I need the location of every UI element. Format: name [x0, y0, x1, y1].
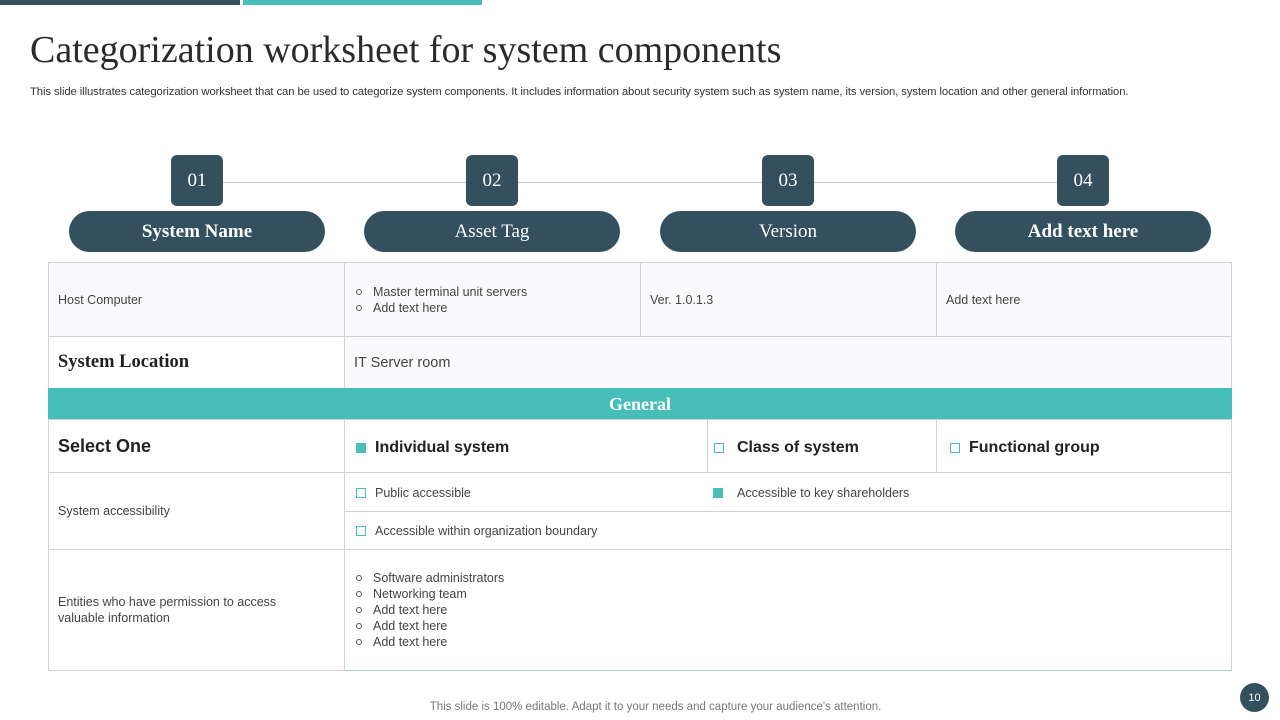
cell-location-label: System Location — [48, 336, 345, 389]
cell-select-one-label: Select One — [48, 419, 345, 473]
list-item: Add text here — [354, 618, 504, 634]
top-accent-bar-dark — [0, 0, 240, 5]
location-value: IT Server room — [354, 354, 451, 371]
asset-tag-list: Master terminal unit servers Add text he… — [354, 284, 527, 316]
cell-entities-list: Software administrators Networking team … — [344, 549, 1232, 671]
version-value: Ver. 1.0.1.3 — [650, 292, 714, 307]
option-individual-system[interactable]: Individual system — [356, 439, 509, 457]
entities-list: Software administrators Networking team … — [354, 570, 504, 650]
cell-version-value: Ver. 1.0.1.3 — [640, 262, 937, 337]
list-item: Add text here — [354, 300, 527, 316]
cell-system-name-value: Host Computer — [48, 262, 345, 337]
step-label-add-text: Add text here — [955, 211, 1211, 252]
option-public-accessible[interactable]: Public accessible — [356, 486, 471, 500]
checkbox-checked-icon[interactable] — [356, 443, 366, 453]
other-value: Add text here — [946, 292, 1021, 307]
list-item: Master terminal unit servers — [354, 284, 527, 300]
cell-location-value: IT Server room — [344, 336, 1232, 389]
accessibility-label: System accessibility — [58, 504, 170, 518]
step-number-4: 04 — [1057, 155, 1109, 206]
cell-asset-tag-value: Master terminal unit servers Add text he… — [344, 262, 641, 337]
checkbox-unchecked-icon[interactable] — [356, 526, 366, 536]
checkbox-checked-icon[interactable] — [713, 488, 723, 498]
top-accent-bar-teal — [243, 0, 482, 5]
page-title: Categorization worksheet for system comp… — [30, 29, 782, 71]
cell-entities-label: Entities who have permission to access v… — [48, 549, 345, 671]
option-key-shareholders[interactable]: Accessible to key shareholders — [713, 486, 909, 500]
step-number-2: 02 — [466, 155, 518, 206]
steps-connector-line — [196, 182, 1084, 183]
step-label-version: Version — [660, 211, 916, 252]
general-section-header: General — [48, 388, 1232, 420]
list-item: Add text here — [354, 602, 504, 618]
step-number-3: 03 — [762, 155, 814, 206]
worksheet-table: Host Computer Master terminal unit serve… — [48, 262, 1232, 671]
list-item: Add text here — [354, 634, 504, 650]
page-subtitle: This slide illustrates categorization wo… — [30, 86, 1129, 98]
option-organization-boundary[interactable]: Accessible within organization boundary — [356, 524, 597, 538]
entities-label: Entities who have permission to access v… — [58, 595, 277, 625]
step-label-asset-tag: Asset Tag — [364, 211, 620, 252]
footer-note: This slide is 100% editable. Adapt it to… — [429, 701, 882, 713]
list-item: Networking team — [354, 586, 504, 602]
step-label-system-name: System Name — [69, 211, 325, 252]
option-functional-group[interactable]: Functional group — [950, 439, 1100, 457]
checkbox-unchecked-icon[interactable] — [714, 443, 724, 453]
checkbox-unchecked-icon[interactable] — [356, 488, 366, 498]
step-number-1: 01 — [171, 155, 223, 206]
location-label: System Location — [58, 352, 190, 372]
select-one-label: Select One — [58, 435, 152, 456]
list-item: Software administrators — [354, 570, 504, 586]
page-number-badge: 10 — [1240, 683, 1269, 712]
cell-other-value: Add text here — [936, 262, 1232, 337]
cell-accessibility-label: System accessibility — [48, 472, 345, 550]
system-name-value: Host Computer — [58, 292, 143, 307]
checkbox-unchecked-icon[interactable] — [950, 443, 960, 453]
option-class-of-system[interactable]: Class of system — [714, 439, 859, 457]
